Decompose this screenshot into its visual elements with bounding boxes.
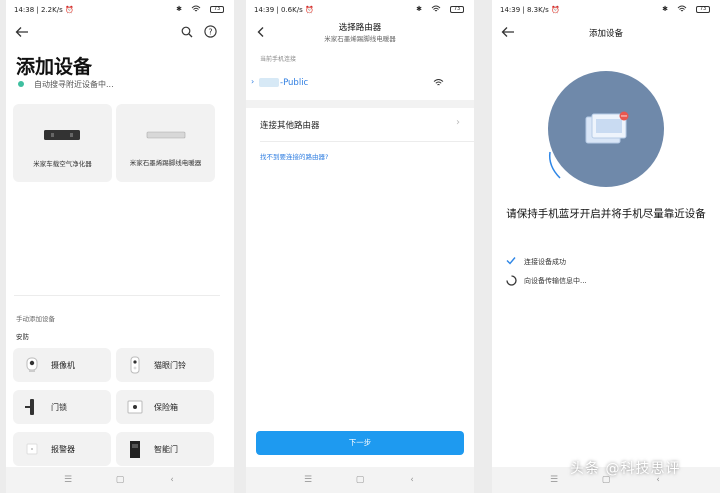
loading-spinner-icon xyxy=(506,275,517,286)
found-device-name: 米家车载空气净化器 xyxy=(33,160,92,168)
wifi-icon xyxy=(677,5,687,12)
battery-icon: 73 xyxy=(210,5,224,13)
status-speed: 8.3K/s xyxy=(527,6,549,14)
device-label: 猫眼门铃 xyxy=(154,361,186,370)
menu-icon[interactable]: ☰ xyxy=(547,475,561,485)
found-device-name: 米家石墨烯踢脚线电暖器 xyxy=(129,159,202,167)
air-purifier-icon xyxy=(44,130,80,140)
device-label: 门锁 xyxy=(51,403,67,412)
check-icon xyxy=(506,257,516,265)
alarm-icon: ⏰ xyxy=(304,6,314,14)
heater-icon xyxy=(146,131,186,139)
bluetooth-icon: ✱ xyxy=(176,5,182,13)
menu-icon[interactable]: ☰ xyxy=(61,475,75,485)
menu-icon[interactable]: ☰ xyxy=(301,475,315,485)
watermark: 头条 @科技思评 xyxy=(570,461,681,477)
wifi-icon xyxy=(191,5,201,12)
door-lock-icon xyxy=(25,399,34,415)
alarm-icon: ⏰ xyxy=(64,6,74,14)
device-label: 报警器 xyxy=(51,445,75,454)
back-nav-icon[interactable]: ‹ xyxy=(405,475,419,485)
manual-section-label: 手动添加设备 xyxy=(16,315,55,323)
page-title: 添加设备 xyxy=(588,29,623,39)
device-item-safe[interactable]: 保险箱 xyxy=(116,390,214,424)
wifi-icon xyxy=(431,5,441,12)
connecting-screen: 14:39 | 8.3K/s ⏰ ✱ 73 添加设备 请保持手机蓝牙开启并将手机… xyxy=(492,0,720,493)
safe-icon xyxy=(127,400,143,414)
category-label: 安防 xyxy=(16,333,29,341)
network-name: -Public xyxy=(280,78,309,88)
progress-arc xyxy=(548,151,561,179)
page-subtitle: 米家石墨烯踢脚线电暖器 xyxy=(324,35,396,43)
selected-chevron-icon: › xyxy=(251,77,255,86)
help-link[interactable]: 找不到要连接的路由器? xyxy=(260,151,328,161)
scanning-indicator xyxy=(18,81,24,87)
home-icon[interactable]: ▢ xyxy=(353,475,367,485)
next-button[interactable]: 下一步 xyxy=(256,431,464,455)
chevron-right-icon: › xyxy=(456,117,460,128)
battery-icon: 73 xyxy=(696,5,710,13)
status-time: 14:39 xyxy=(254,6,275,14)
device-label: 摄像机 xyxy=(51,361,75,370)
svg-text:?: ? xyxy=(208,27,212,36)
status-time: 14:39 xyxy=(500,6,521,14)
step-connected: 连接设备成功 xyxy=(524,258,566,266)
system-nav-bar: ☰ ▢ ‹ xyxy=(6,467,234,493)
doorbell-icon xyxy=(130,356,140,374)
scan-status-text: 自动搜寻附近设备中... xyxy=(34,80,114,89)
status-bar: 14:38 | 2.2K/s ⏰ ✱ 73 xyxy=(6,0,234,20)
row-divider xyxy=(260,141,474,142)
smart-door-icon xyxy=(130,441,140,458)
section-spacer xyxy=(246,100,474,108)
status-time: 14:38 xyxy=(14,6,35,14)
bluetooth-icon: ✱ xyxy=(662,5,668,13)
step-transferring: 向设备传输信息中... xyxy=(524,277,587,285)
device-item-camera[interactable]: 摄像机 xyxy=(13,348,111,382)
current-network-label: 当前手机连接 xyxy=(260,56,297,63)
alarm-sensor-icon xyxy=(26,443,38,455)
redacted-ssid xyxy=(259,78,279,87)
page-title: 选择路由器 xyxy=(338,23,382,33)
wifi-signal-icon xyxy=(433,79,444,86)
device-item-alarm[interactable]: 报警器 xyxy=(13,432,111,466)
status-bar: 14:39 | 0.6K/s ⏰ ✱ 73 xyxy=(246,0,474,20)
back-nav-icon[interactable]: ‹ xyxy=(165,475,179,485)
device-item-peephole-doorbell[interactable]: 猫眼门铃 xyxy=(116,348,214,382)
select-router-screen: 14:39 | 0.6K/s ⏰ ✱ 73 选择路由器 米家石墨烯踢脚线电暖器 … xyxy=(246,0,474,493)
device-label: 保险箱 xyxy=(154,403,178,412)
help-icon[interactable]: ? xyxy=(204,25,217,38)
device-label: 智能门 xyxy=(154,445,178,454)
other-router-row[interactable]: 连接其他路由器 › xyxy=(246,108,474,140)
home-icon[interactable]: ▢ xyxy=(113,475,127,485)
page-title: 添加设备 xyxy=(16,56,93,78)
camera-icon xyxy=(26,357,38,372)
add-device-screen: 14:38 | 2.2K/s ⏰ ✱ 73 ? 添加设备 自动搜寻附近设备中..… xyxy=(6,0,234,493)
other-router-label: 连接其他路由器 xyxy=(260,121,320,131)
bluetooth-icon: ✱ xyxy=(416,5,422,13)
status-bar: 14:39 | 8.3K/s ⏰ ✱ 73 xyxy=(492,0,720,20)
status-speed: 2.2K/s xyxy=(41,6,63,14)
battery-icon: 73 xyxy=(450,5,464,13)
current-network-row[interactable]: › -Public xyxy=(246,67,474,99)
device-screen-icon xyxy=(585,111,629,144)
found-device-card[interactable]: 米家车载空气净化器 xyxy=(13,104,112,182)
search-icon[interactable] xyxy=(181,26,193,38)
found-device-card[interactable]: 米家石墨烯踢脚线电暖器 xyxy=(116,104,215,182)
alarm-icon: ⏰ xyxy=(550,6,560,14)
status-speed: 0.6K/s xyxy=(281,6,303,14)
back-arrow-icon[interactable] xyxy=(14,24,30,40)
section-divider xyxy=(14,295,220,296)
instruction-message: 请保持手机蓝牙开启并将手机尽量靠近设备 xyxy=(506,208,706,220)
device-item-smart-door[interactable]: 智能门 xyxy=(116,432,214,466)
device-item-door-lock[interactable]: 门锁 xyxy=(13,390,111,424)
system-nav-bar: ☰ ▢ ‹ xyxy=(246,467,474,493)
